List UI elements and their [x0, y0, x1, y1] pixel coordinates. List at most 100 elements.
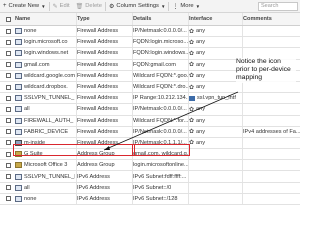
column-divider	[76, 193, 77, 204]
cell-comments	[243, 149, 300, 159]
cell-interface	[189, 183, 242, 193]
column-divider	[132, 59, 133, 70]
interface-text: any	[196, 72, 206, 79]
row-checkbox[interactable]	[5, 84, 11, 90]
row-checkbox-cell[interactable]	[3, 104, 13, 114]
cell-interface: ✿ any	[189, 60, 242, 70]
column-divider	[132, 93, 133, 104]
table-row[interactable]: none IPv6 Address IPv6 Subnet::/128	[0, 193, 300, 205]
row-checkbox[interactable]	[5, 28, 11, 34]
cell-type: Firewall Address	[77, 106, 119, 113]
row-checkbox-cell[interactable]	[3, 149, 13, 159]
table-row[interactable]: FABRIC_DEVICE Firewall Address IP/Netmask:…	[0, 126, 300, 138]
table-row[interactable]: FIREWALL_AUTH_ Firewall Address Wildcard F…	[0, 115, 300, 127]
table-row[interactable]: SSLVPN_TUNNEL_I IPv6 Address IPv6 Subnet:f…	[0, 171, 300, 183]
row-checkbox[interactable]	[5, 174, 11, 180]
row-checkbox-cell[interactable]	[3, 82, 13, 92]
cell-interface	[189, 160, 242, 170]
column-divider	[132, 13, 133, 25]
column-divider	[132, 70, 133, 81]
row-checkbox-cell[interactable]	[3, 71, 13, 81]
cell-type: Firewall Address	[77, 95, 119, 102]
column-divider	[188, 37, 189, 48]
delete-button[interactable]: 🗑 Delete	[73, 0, 105, 12]
edit-button[interactable]: ✎ Edit	[50, 0, 73, 12]
column-divider	[242, 104, 243, 115]
row-checkbox-cell[interactable]	[3, 138, 13, 148]
highlight-box	[13, 144, 135, 156]
address-icon	[15, 61, 22, 68]
row-checkbox[interactable]	[5, 151, 11, 157]
row-checkbox[interactable]	[5, 140, 11, 146]
row-checkbox[interactable]	[5, 73, 11, 79]
column-header-details[interactable]: Details	[133, 13, 188, 25]
row-checkbox[interactable]	[5, 162, 11, 168]
select-all-checkbox-cell[interactable]	[3, 13, 13, 25]
column-divider	[76, 171, 77, 182]
row-checkbox[interactable]	[5, 50, 11, 56]
column-divider	[76, 59, 77, 70]
cell-comments	[243, 138, 300, 148]
address-icon	[15, 28, 22, 35]
row-checkbox-cell[interactable]	[3, 60, 13, 70]
row-checkbox[interactable]	[5, 39, 11, 45]
column-divider	[242, 137, 243, 149]
row-checkbox[interactable]	[5, 118, 11, 124]
row-checkbox[interactable]	[5, 95, 11, 101]
column-header-comments[interactable]: Comments	[243, 13, 300, 25]
cell-interface: ✿ any	[189, 104, 242, 114]
row-checkbox[interactable]	[5, 106, 11, 112]
table-row[interactable]: SSLVPN_TUNNEL_ Firewall Address IP Range:1…	[0, 93, 300, 105]
row-checkbox-cell[interactable]	[3, 37, 13, 47]
create-new-button[interactable]: + Create New ▼	[0, 0, 49, 12]
cell-name: all	[15, 183, 75, 193]
cell-details: FQDN:login.microso...	[133, 39, 188, 46]
globe-icon: ✿	[189, 106, 195, 113]
cell-comments	[243, 104, 300, 114]
row-checkbox-cell[interactable]	[3, 26, 13, 36]
select-all-checkbox[interactable]	[5, 16, 11, 22]
globe-icon: ✿	[189, 84, 195, 91]
cell-interface: ✿ any	[189, 48, 242, 58]
more-button[interactable]: ⋮ More ▼	[169, 0, 203, 12]
globe-icon: ✿	[189, 129, 195, 136]
column-header-type[interactable]: Type	[77, 13, 132, 25]
chevron-down-icon: ▼	[195, 3, 201, 9]
cell-type: Firewall Address	[77, 117, 119, 124]
column-divider	[132, 104, 133, 115]
table-row[interactable]: wildcard.dropbox. Firewall Address Wildcar…	[0, 81, 300, 94]
row-checkbox[interactable]	[5, 185, 11, 191]
row-checkbox-cell[interactable]	[3, 183, 13, 193]
row-checkbox-cell[interactable]	[3, 171, 13, 181]
interface-text: ssl.vpn_tun_intf	[197, 95, 236, 102]
column-divider	[188, 171, 189, 182]
row-checkbox-cell[interactable]	[3, 127, 13, 137]
gear-icon: ⚙	[109, 3, 115, 10]
search-input[interactable]: Search	[258, 1, 298, 11]
column-divider	[76, 93, 77, 104]
interface-text: any	[196, 28, 206, 35]
table-row[interactable]: login.microsoft.co Firewall Address FQDN:l…	[0, 37, 300, 49]
table-row[interactable]: all Firewall Address IP/Netmask:0.0.0.0/..…	[0, 104, 300, 116]
row-checkbox-cell[interactable]	[3, 48, 13, 58]
column-header-name[interactable]: Name	[15, 13, 75, 25]
cell-details: login.microsoftonline...	[133, 162, 188, 169]
column-settings-button[interactable]: ⚙ Column Settings ▼	[106, 0, 168, 12]
column-header-interface[interactable]: Interface	[189, 13, 242, 25]
row-checkbox-cell[interactable]	[3, 93, 13, 103]
row-checkbox-cell[interactable]	[3, 116, 13, 126]
column-divider	[76, 48, 77, 59]
cell-type: Firewall Address	[77, 61, 119, 68]
row-checkbox-cell[interactable]	[3, 194, 13, 204]
table-row[interactable]: all IPv6 Address IPv6 Subnet::/0	[0, 182, 300, 194]
table-row[interactable]: none Firewall Address IP/Netmask:0.0.0.0/.…	[0, 26, 300, 38]
column-divider	[188, 126, 189, 137]
table-row[interactable]: Microsoft Office 3 Address Group login.mic…	[0, 160, 300, 172]
row-checkbox[interactable]	[5, 62, 11, 68]
row-checkbox[interactable]	[5, 129, 11, 135]
column-divider	[188, 104, 189, 115]
column-divider	[242, 93, 243, 104]
cell-interface: ✿ any	[189, 138, 242, 148]
row-checkbox[interactable]	[5, 196, 11, 202]
row-checkbox-cell[interactable]	[3, 160, 13, 170]
